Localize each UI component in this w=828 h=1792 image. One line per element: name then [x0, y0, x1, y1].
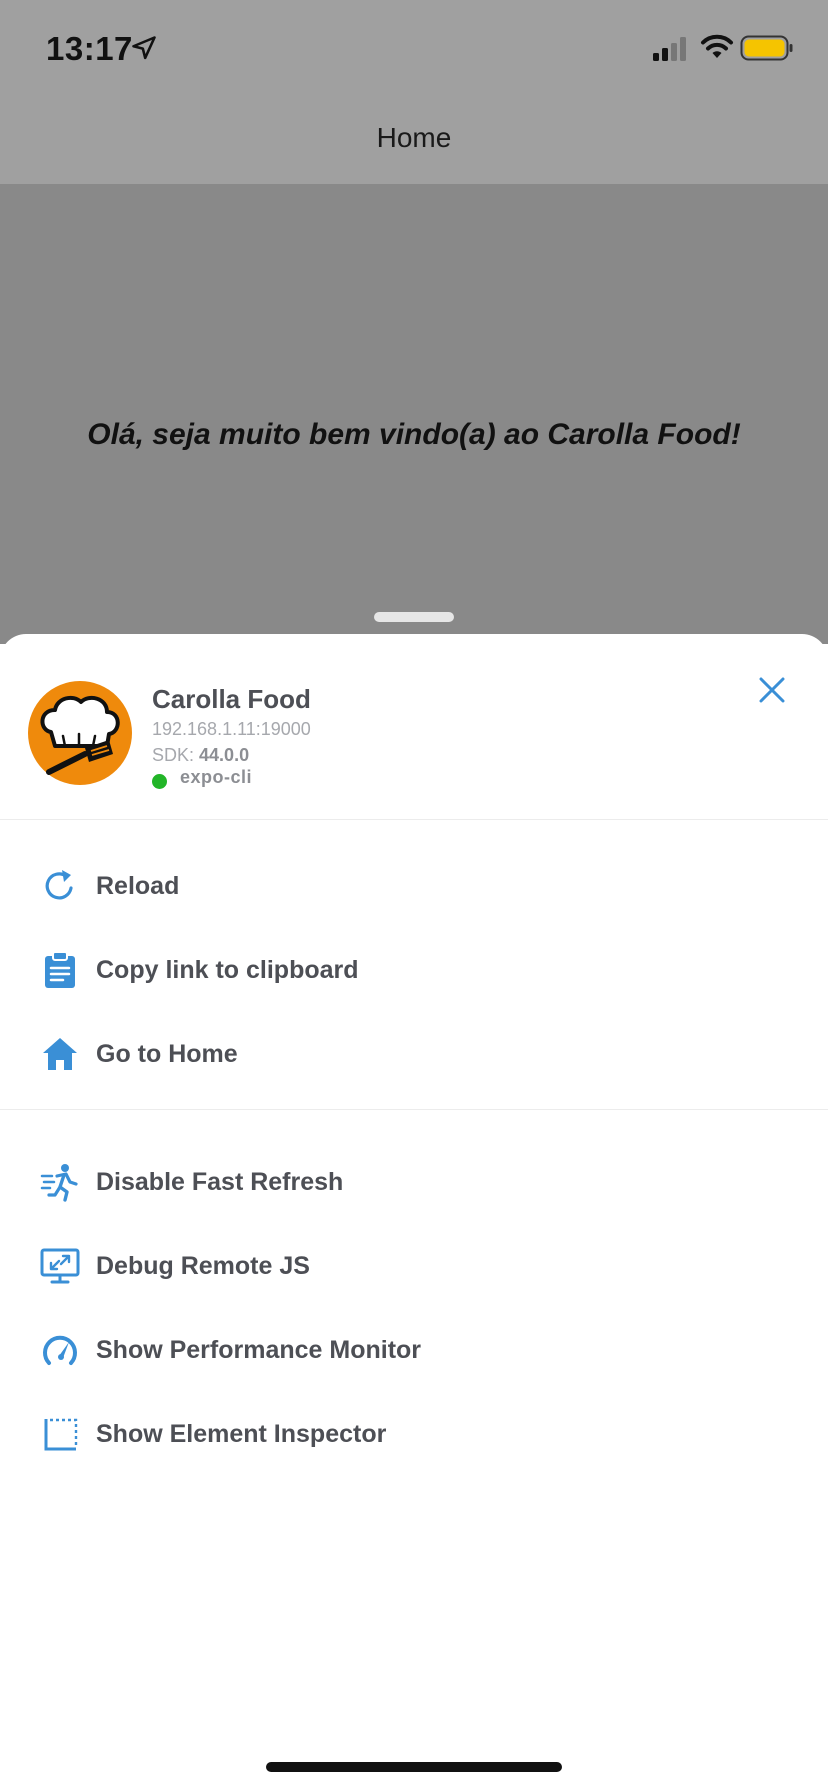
reload-label: Reload: [96, 871, 180, 900]
screen: 13:17 Home Olá, seja muito bem vindo(a) …: [0, 0, 828, 1792]
sdk-info: SDK: 44.0.0: [152, 745, 249, 766]
connection-status-dot: [152, 774, 167, 789]
status-bar: 13:17: [0, 0, 828, 92]
sheet-drag-handle[interactable]: [374, 612, 454, 622]
wifi-icon: [701, 34, 733, 58]
chef-hat-logo-icon: [28, 681, 132, 785]
reload-icon: [45, 870, 73, 900]
home-indicator[interactable]: [266, 1762, 562, 1772]
remote-debug-icon: [40, 1248, 80, 1284]
app-content-area: Olá, seja muito bem vindo(a) ao Carolla …: [0, 184, 828, 644]
menu-group-debug: Disable Fast Refresh Debug Remote JS Sho…: [0, 1110, 828, 1476]
debug-remote-label: Debug Remote JS: [96, 1251, 310, 1280]
sdk-version: 44.0.0: [199, 745, 250, 765]
copy-link-button[interactable]: Copy link to clipboard: [0, 928, 828, 1012]
location-arrow-icon: [132, 36, 156, 60]
debug-remote-js-button[interactable]: Debug Remote JS: [0, 1224, 828, 1308]
sdk-label: SDK:: [152, 745, 195, 765]
menu-group-app: Reload Copy link to clipboard Go to Home: [0, 820, 828, 1110]
home-icon: [43, 1038, 77, 1070]
app-name: Carolla Food: [152, 684, 311, 714]
disable-fast-refresh-button[interactable]: Disable Fast Refresh: [0, 1140, 828, 1224]
cellular-signal-icon: [653, 37, 686, 61]
dev-menu-sheet: Carolla Food 192.168.1.11:19000 SDK: 44.…: [0, 634, 828, 1792]
copy-link-label: Copy link to clipboard: [96, 955, 359, 984]
element-inspector-label: Show Element Inspector: [96, 1419, 387, 1448]
go-home-label: Go to Home: [96, 1039, 238, 1068]
element-inspector-button[interactable]: Show Element Inspector: [0, 1392, 828, 1476]
reload-button[interactable]: Reload: [0, 844, 828, 928]
nav-header: Home: [0, 92, 828, 184]
fast-refresh-label: Disable Fast Refresh: [96, 1167, 344, 1196]
page-title: Home: [376, 122, 452, 153]
app-host-address: 192.168.1.11:19000: [152, 719, 311, 739]
go-home-button[interactable]: Go to Home: [0, 1012, 828, 1096]
close-icon[interactable]: [756, 674, 788, 706]
running-person-icon: [40, 1164, 78, 1202]
battery-icon: [740, 35, 793, 61]
performance-monitor-button[interactable]: Show Performance Monitor: [0, 1308, 828, 1392]
runtime-label: expo-cli: [180, 767, 253, 787]
clipboard-icon: [45, 951, 75, 988]
performance-monitor-label: Show Performance Monitor: [96, 1335, 422, 1364]
speedometer-icon: [43, 1335, 77, 1365]
welcome-message: Olá, seja muito bem vindo(a) ao Carolla …: [87, 418, 741, 451]
status-time: 13:17: [46, 30, 133, 67]
app-info-header: Carolla Food 192.168.1.11:19000 SDK: 44.…: [0, 634, 828, 820]
inspector-icon: [44, 1418, 78, 1451]
